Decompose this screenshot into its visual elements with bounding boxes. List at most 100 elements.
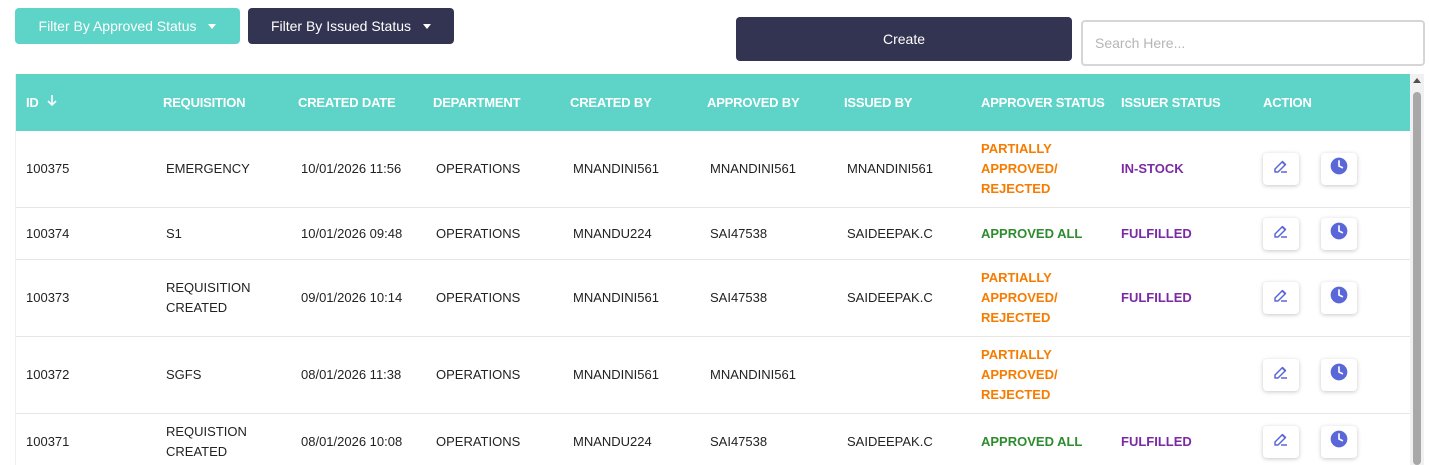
header-created-by: CREATED BY — [570, 94, 652, 110]
cell-approved-by: SAI47538 — [710, 433, 768, 449]
cell-department: OPERATIONS — [436, 225, 521, 241]
cell-issuer-status: FULFILLED — [1121, 433, 1192, 449]
cell-created-by: MNANDINI561 — [573, 290, 659, 305]
header-requisition: REQUISITION — [163, 94, 246, 110]
header-created-date: CREATED DATE — [298, 94, 396, 110]
cell-created-date: 09/01/2026 10:14 — [301, 290, 403, 305]
cell-created-date: 10/01/2026 09:48 — [301, 225, 403, 241]
cell-requisition-line: CREATED — [166, 443, 228, 459]
cell-action — [1253, 153, 1391, 185]
cell-action — [1253, 359, 1391, 391]
edit-button[interactable] — [1263, 282, 1299, 314]
edit-icon — [1272, 222, 1290, 246]
cell-department: OPERATIONS — [436, 367, 521, 382]
cell-created-by: MNANDINI561 — [573, 161, 659, 176]
cell-issued-by: SAIDEEPAK.C — [847, 433, 933, 449]
history-button[interactable] — [1321, 153, 1357, 185]
clock-icon — [1329, 285, 1349, 311]
cell-created-date: 10/01/2026 11:56 — [301, 161, 402, 176]
cell-requisition-line: SGFS — [166, 367, 202, 382]
cell-requisition-line: REQUISITION — [166, 280, 251, 295]
cell-approver-status-line: PARTIALLY — [981, 141, 1052, 156]
clock-icon — [1329, 362, 1349, 388]
history-button[interactable] — [1321, 359, 1357, 391]
edit-icon — [1272, 363, 1290, 387]
cell-approved-by: SAI47538 — [710, 290, 768, 305]
table-row: 100374 S1 10/01/2026 09:48 OPERATIONS MNANDU… — [16, 208, 1410, 260]
history-button[interactable] — [1321, 217, 1357, 250]
table-header: ID REQUISITION CREATED DATE DEPARTMENT C… — [16, 74, 1410, 131]
vertical-scrollbar[interactable] — [1410, 74, 1424, 465]
header-approver-status: APPROVER STATUS — [981, 94, 1105, 110]
table-row: 100375 EMERGENCY 10/01/2026 11:56 OPERATION… — [16, 131, 1410, 208]
cell-department: OPERATIONS — [436, 161, 521, 176]
header-issued-by: ISSUED BY — [844, 94, 913, 110]
cell-approver-status: APPROVED ALL — [971, 224, 1111, 244]
cell-issued-by: SAIDEEPAK.C — [847, 290, 933, 305]
cell-requisition-line: REQUISTION — [166, 423, 247, 439]
caret-down-icon — [208, 23, 217, 29]
header-id-label: ID — [26, 95, 39, 110]
edit-icon — [1272, 430, 1290, 454]
cell-requisition-line: CREATED — [166, 300, 228, 315]
filter-approved-status-button[interactable]: Filter By Approved Status — [15, 8, 240, 44]
cell-approver-status-line: PARTIALLY — [981, 270, 1052, 285]
cell-created-by: MNANDU224 — [573, 433, 652, 449]
cell-approver-status-line: APPROVED/ — [981, 367, 1058, 382]
cell-approver-status: PARTIALLY APPROVED/REJECTED — [971, 139, 1111, 199]
cell-id: 100371 — [26, 433, 70, 449]
cell-approved-by: MNANDINI561 — [710, 367, 796, 382]
scroll-up-arrow-icon[interactable] — [1413, 78, 1421, 83]
scrollbar-thumb[interactable] — [1413, 92, 1421, 465]
filter-issued-status-label: Filter By Issued Status — [270, 18, 412, 34]
cell-requisition: EMERGENCY — [153, 159, 288, 179]
cell-approver-status-line: APPROVED/ — [981, 161, 1058, 176]
cell-issued-by: MNANDINI561 — [847, 161, 933, 176]
cell-approver-status-line: APPROVED ALL — [981, 225, 1083, 241]
table-body: 100375 EMERGENCY 10/01/2026 11:56 OPERATION… — [16, 131, 1410, 465]
cell-approver-status: PARTIALLY APPROVED/REJECTED — [971, 345, 1111, 405]
edit-button[interactable] — [1263, 425, 1299, 458]
cell-requisition-line: EMERGENCY — [166, 161, 250, 176]
cell-approver-status-line: REJECTED — [981, 310, 1051, 325]
header-id[interactable]: ID — [16, 92, 153, 113]
edit-button[interactable] — [1263, 217, 1299, 250]
history-button[interactable] — [1321, 425, 1357, 458]
cell-requisition: SGFS — [153, 365, 288, 385]
cell-created-date: 08/01/2026 10:08 — [301, 433, 403, 449]
cell-approved-by: MNANDINI561 — [710, 161, 796, 176]
edit-button[interactable] — [1263, 359, 1299, 391]
arrow-down-icon[interactable] — [46, 92, 58, 112]
cell-department: OPERATIONS — [436, 433, 521, 449]
search-input[interactable] — [1081, 20, 1425, 66]
cell-approver-status-line: APPROVED ALL — [981, 433, 1083, 449]
table-row: 100373 REQUISITION CREATED 09/01/2026 10:14… — [16, 260, 1410, 337]
history-button[interactable] — [1321, 282, 1357, 314]
clock-icon — [1329, 221, 1349, 247]
cell-approver-status-line: APPROVED/ — [981, 290, 1058, 305]
edit-icon — [1272, 157, 1290, 181]
cell-issuer-status: IN-STOCK — [1121, 161, 1184, 176]
filter-issued-status-button[interactable]: Filter By Issued Status — [248, 8, 454, 44]
header-department: DEPARTMENT — [433, 94, 521, 110]
clock-icon — [1329, 156, 1349, 182]
cell-action — [1253, 282, 1391, 314]
cell-approver-status-line: REJECTED — [981, 387, 1051, 402]
create-button[interactable]: Create — [736, 17, 1072, 61]
cell-created-date: 08/01/2026 11:38 — [301, 367, 402, 382]
cell-id: 100373 — [26, 290, 70, 305]
filter-approved-status-label: Filter By Approved Status — [38, 18, 197, 34]
cell-department: OPERATIONS — [436, 290, 521, 305]
cell-requisition: REQUISITION CREATED — [153, 278, 288, 318]
cell-issued-by: SAIDEEPAK.C — [847, 225, 933, 241]
cell-approver-status-line: REJECTED — [981, 181, 1051, 196]
caret-down-icon — [423, 23, 432, 29]
header-action: ACTION — [1263, 94, 1312, 110]
cell-approved-by: SAI47538 — [710, 225, 768, 241]
cell-id: 100372 — [26, 367, 70, 382]
cell-action — [1253, 217, 1391, 250]
cell-action — [1253, 425, 1391, 458]
cell-created-by: MNANDINI561 — [573, 367, 659, 382]
cell-id: 100375 — [26, 161, 70, 176]
edit-button[interactable] — [1263, 153, 1299, 185]
